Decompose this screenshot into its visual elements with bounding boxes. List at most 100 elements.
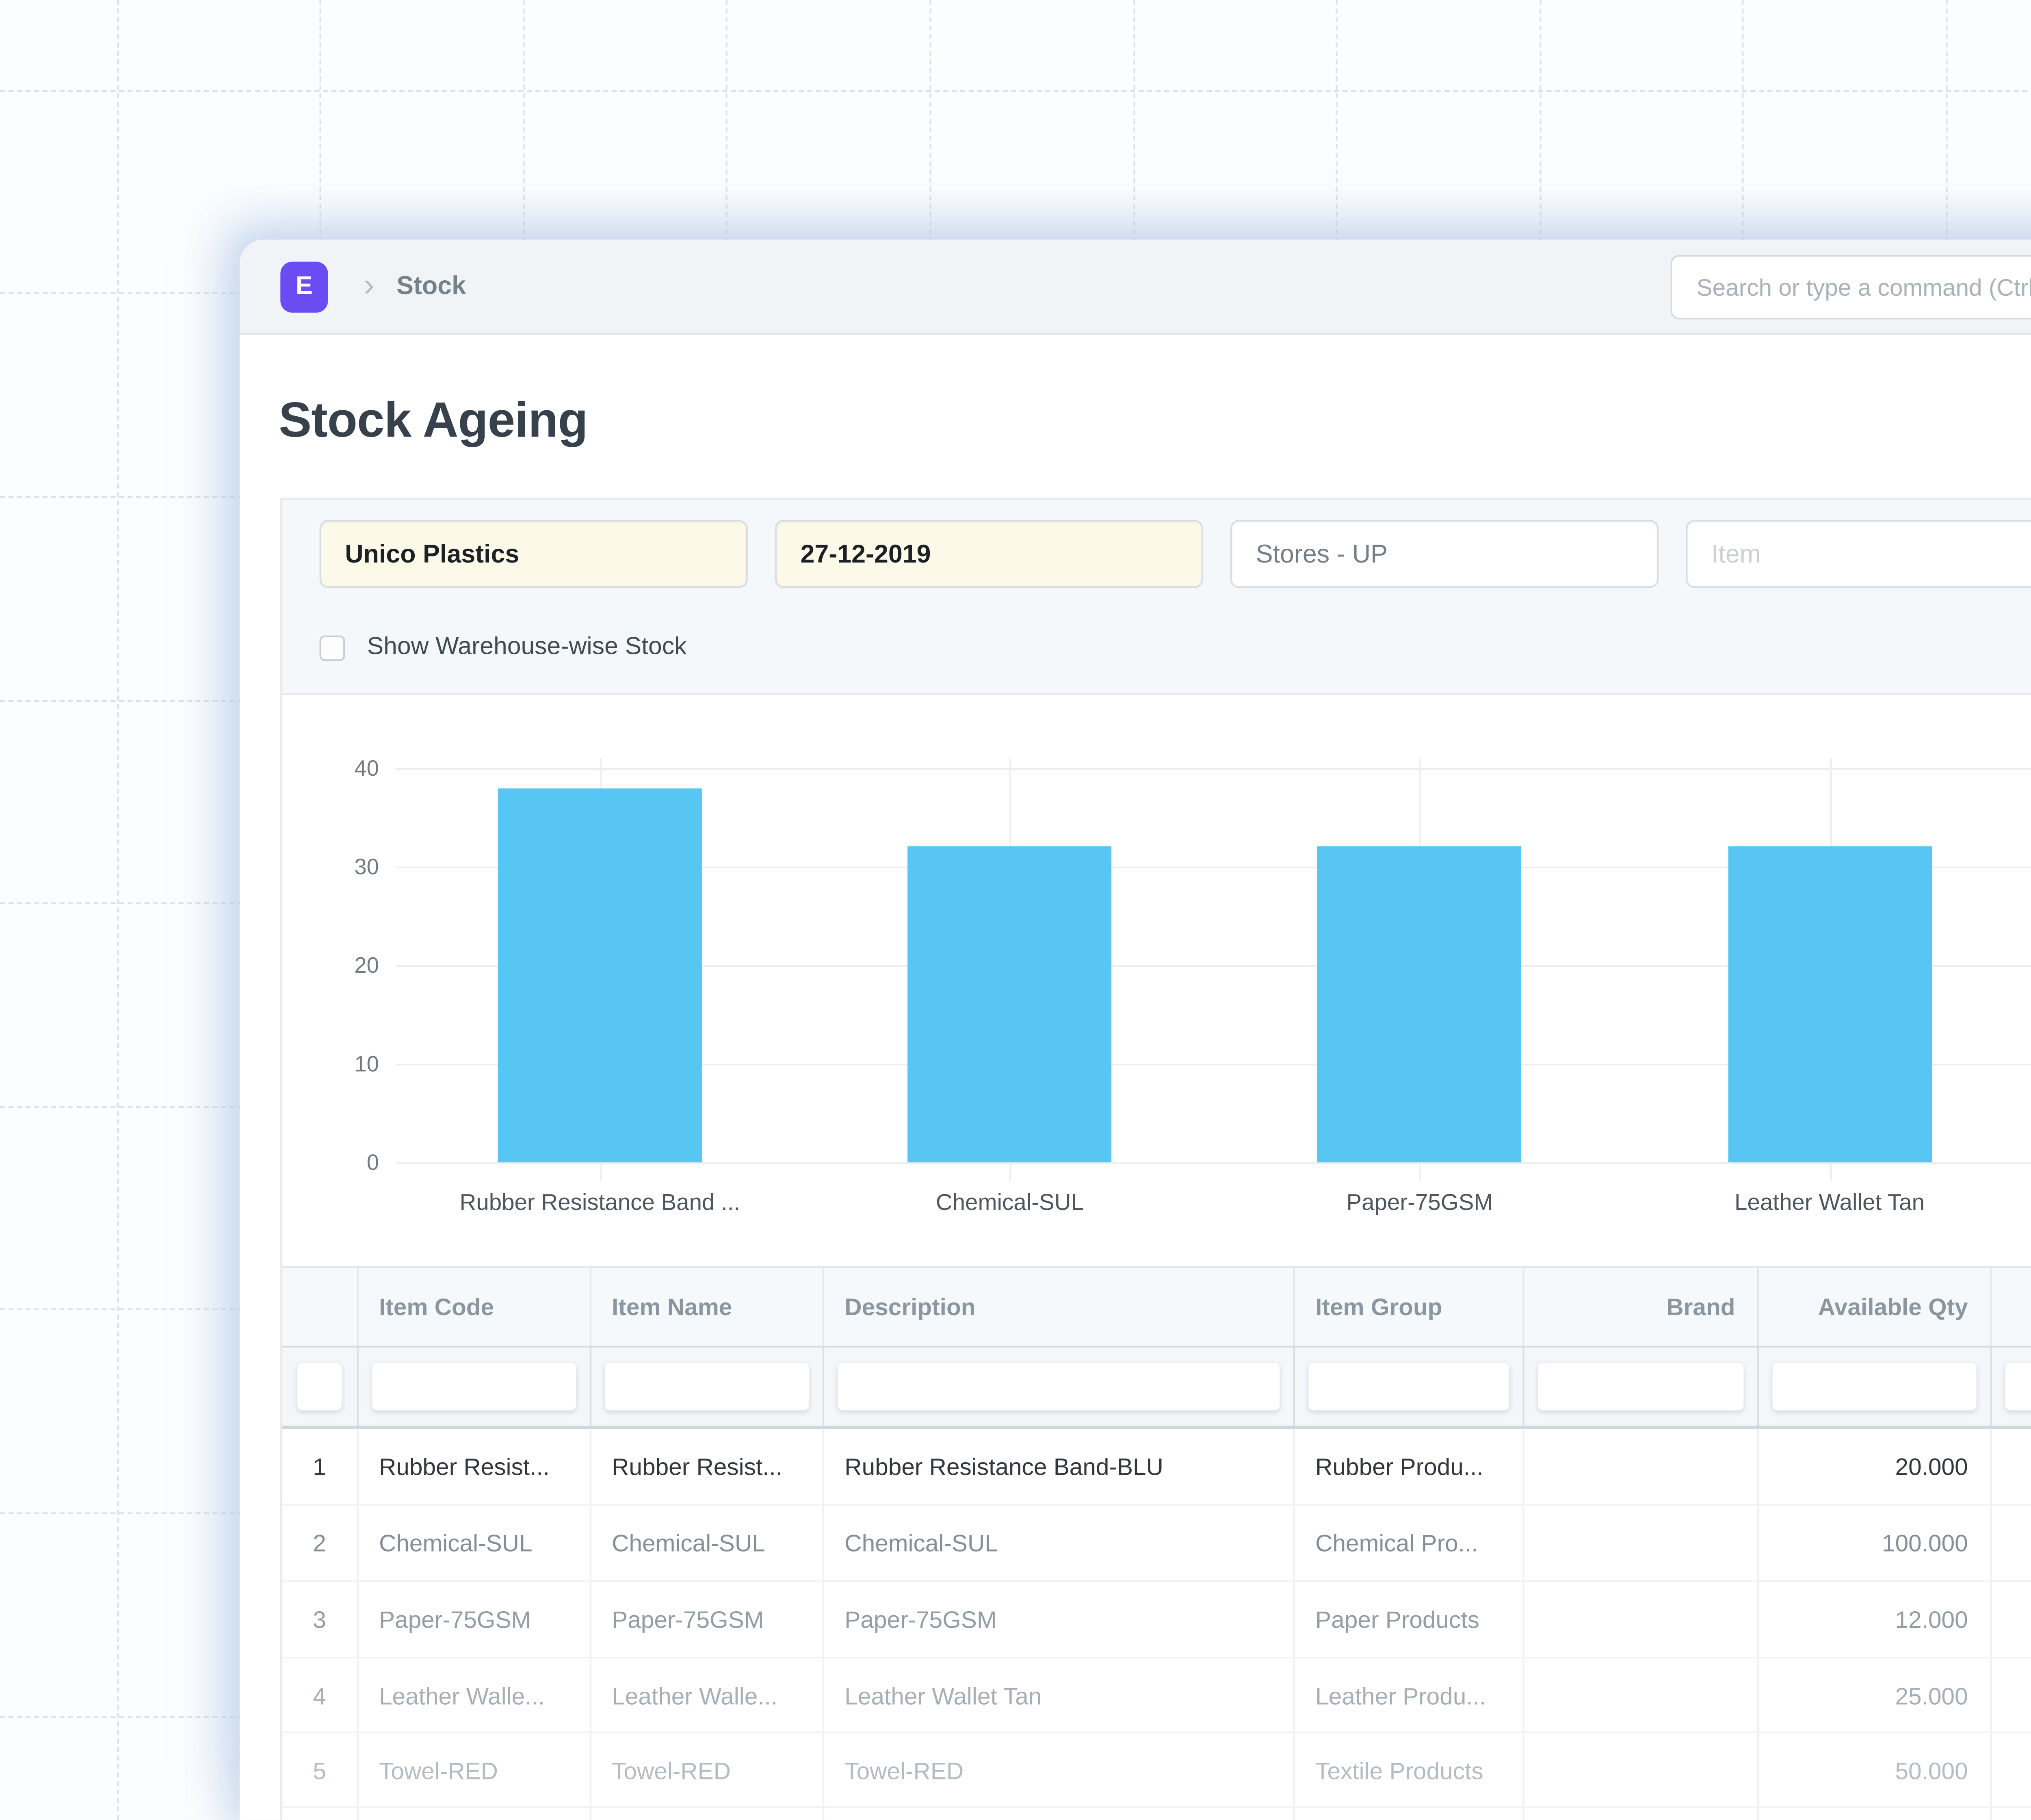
column-header-index[interactable] [282,1268,359,1346]
table-cell[interactable]: Chemical-SUL [359,1505,591,1580]
report-card: Show Warehouse-wise Stock 0 10 20 30 40 Rubbe… [280,498,2031,1820]
search-input[interactable] [1672,273,2031,300]
table-cell[interactable]: Paper-75GSM [359,1582,591,1657]
breadcrumb[interactable]: Stock [396,272,466,301]
report-table: Item Code Item Name Description Item Group B… [282,1266,2031,1820]
table-filter-cell [824,1347,1295,1426]
table-cell[interactable]: Rubber Resist... [359,1429,591,1504]
column-filter-input[interactable] [2005,1363,2031,1411]
table-cell[interactable]: Textile Products [1295,1733,1524,1807]
table-cell[interactable]: Rubber Produ... [1295,1429,1524,1504]
table-cell[interactable]: 38.000 [1992,1429,2031,1504]
item-filter [1686,520,2031,588]
table-cell[interactable] [1524,1733,1759,1807]
chart-x-category-label: Rubber Resistance Band ... [459,1189,741,1215]
column-filter-input[interactable] [605,1363,809,1411]
table-cell[interactable]: 32.000 [1992,1658,2031,1731]
column-header-item-group[interactable]: Item Group [1295,1268,1524,1346]
table-cell[interactable]: Rubber Resist... [591,1429,825,1504]
row-number-cell: 2 [282,1505,359,1580]
table-cell[interactable]: Towel-RED [591,1733,825,1807]
table-cell[interactable]: Paper Products [1295,1582,1524,1657]
column-filter-input[interactable] [372,1363,576,1411]
table-cell[interactable]: 31.000 [1992,1733,2031,1806]
page-title: Stock Ageing [279,394,588,449]
table-cell[interactable]: Towel-RED [359,1733,591,1807]
column-header-average-age[interactable]: Average Age [1992,1268,2031,1346]
column-filter-input[interactable] [1308,1363,1509,1411]
backdrop-grid-line [0,89,2031,91]
table-cell[interactable] [1524,1429,1759,1504]
table-cell[interactable]: Paper-75GSM [591,1582,825,1657]
table-cell[interactable]: Chemical Pro... [1295,1505,1524,1580]
row-number-cell: 4 [282,1658,359,1732]
filter-section: Show Warehouse-wise Stock [282,498,2031,695]
table-cell[interactable]: Chemical-SUL [591,1505,825,1580]
table-filter-cell [1759,1347,1992,1426]
as-on-date-filter [775,520,1204,588]
table-cell[interactable] [591,1808,825,1820]
column-header-available-qty[interactable]: Available Qty [1759,1268,1992,1346]
table-cell[interactable]: Paper-75GSM [824,1582,1295,1657]
table-cell[interactable] [359,1808,591,1820]
table-cell[interactable] [1524,1505,1759,1580]
chart-y-tick-label: 20 [354,952,379,978]
company-filter-input[interactable] [345,539,723,569]
table-cell[interactable]: Leather Produ... [1295,1658,1524,1732]
chart-y-tick-label: 40 [354,755,379,781]
table-cell[interactable]: 100.000 [1759,1505,1992,1580]
column-filter-input[interactable] [297,1363,342,1411]
app-logo[interactable]: E [280,261,328,312]
row-number-cell: 3 [282,1582,359,1657]
chart-bar[interactable] [907,847,1112,1162]
column-header-brand[interactable]: Brand [1524,1268,1759,1346]
chart-x-category-label: Leather Wallet Tan [1734,1189,1925,1215]
table-filter-cell [1295,1347,1524,1426]
backdrop-grid-line [116,0,119,1820]
table-cell[interactable]: 32.000 [1992,1582,2031,1657]
table-cell[interactable]: 32.000 [1992,1506,2031,1580]
table-cell[interactable]: Towel-RED [824,1733,1295,1807]
chart-bar[interactable] [1728,847,1932,1162]
table-cell[interactable]: Leather Walle... [591,1658,825,1732]
table-cell[interactable] [1524,1582,1759,1657]
table-cell[interactable]: 12.000 [1759,1582,1992,1657]
table-cell[interactable] [1992,1808,2031,1820]
global-search [1671,254,2031,319]
row-number-cell [282,1808,359,1820]
column-header-item-code[interactable]: Item Code [359,1268,591,1346]
table-cell[interactable]: Leather Wallet Tan [824,1658,1295,1732]
column-filter-input[interactable] [838,1363,1280,1411]
show-warehouse-wise-checkbox[interactable] [319,634,345,660]
column-filter-input[interactable] [1538,1363,1744,1411]
table-cell[interactable]: Leather Walle... [359,1658,591,1732]
as-on-date-filter-input[interactable] [800,539,1178,569]
row-number-cell: 1 [282,1429,359,1504]
warehouse-filter-input[interactable] [1256,539,1633,569]
chart-gridline [396,768,2031,770]
chart-x-category-label: Paper-75GSM [1346,1189,1493,1215]
item-filter-input[interactable] [1711,539,2031,569]
table-filter-row [282,1347,2031,1429]
table-cell[interactable] [1524,1658,1759,1732]
table-cell[interactable]: Rubber Resistance Band-BLU [824,1429,1295,1504]
column-header-description[interactable]: Description [824,1268,1295,1346]
column-filter-input[interactable] [1772,1363,1977,1411]
table-cell[interactable] [1759,1808,1992,1820]
table-cell[interactable]: 20.000 [1759,1429,1992,1504]
column-header-item-name[interactable]: Item Name [591,1268,825,1346]
table-cell[interactable]: Chemical-SUL [824,1505,1295,1580]
company-filter [319,520,748,588]
table-cell[interactable] [824,1808,1295,1820]
table-cell[interactable]: 50.000 [1759,1733,1992,1807]
table-cell[interactable]: 25.000 [1759,1658,1992,1732]
table-cell[interactable] [1524,1808,1759,1820]
chart-bar[interactable] [498,788,702,1162]
table-cell[interactable] [1295,1808,1524,1820]
filters-row [319,520,2031,588]
app-window: E › Stock P Settings ▾ Stock Ageing [239,239,2031,1820]
chart-bar[interactable] [1318,847,1522,1162]
table-row: 4 Leather Walle... Leather Walle... Leather… [282,1658,2031,1733]
table-filter-cell [359,1347,591,1426]
table-filter-cell [282,1347,359,1426]
